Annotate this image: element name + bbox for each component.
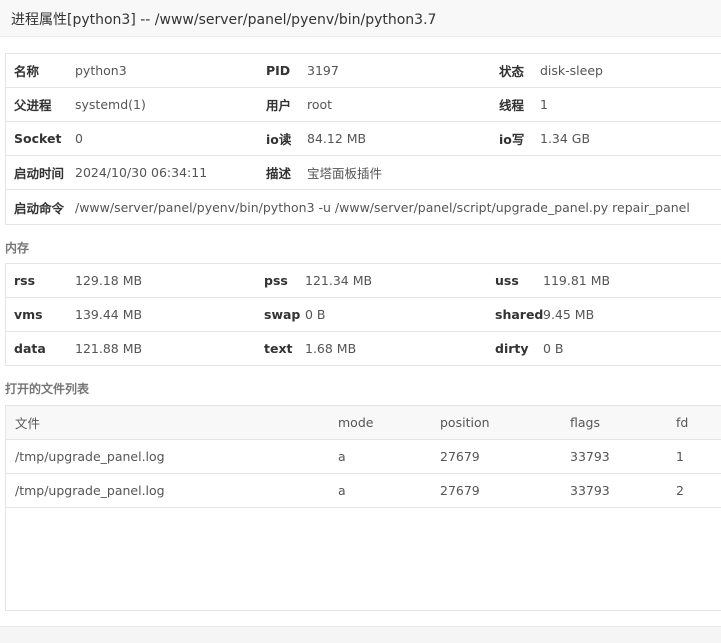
memory-table-border (5, 263, 720, 366)
cell-flags: 33793 (570, 439, 676, 474)
process-table-border (5, 53, 720, 225)
cell-mode: a (338, 439, 440, 474)
dialog-title: 进程属性[python3] -- /www/server/panel/pyenv… (11, 12, 437, 28)
cell-flags: 33793 (570, 473, 676, 508)
cell-fd: 1 (676, 439, 721, 474)
cell-mode: a (338, 473, 440, 508)
column-header-mode[interactable]: mode (338, 406, 440, 440)
dialog-title-bar: 进程属性[python3] -- /www/server/panel/pyenv… (0, 0, 721, 37)
column-header-file[interactable]: 文件 (6, 406, 338, 440)
dialog-footer (0, 626, 721, 643)
table-row[interactable]: /tmp/upgrade_panel.log a 27679 33793 2 (6, 473, 721, 508)
memory-section-title: 内存 (5, 241, 30, 255)
files-section-title: 打开的文件列表 (5, 382, 90, 396)
column-header-fd[interactable]: fd (676, 406, 721, 440)
open-files-panel: 文件 mode position flags fd /tmp/upgrade_p… (5, 405, 721, 611)
cell-position: 27679 (440, 473, 570, 508)
column-header-flags[interactable]: flags (570, 406, 676, 440)
table-row[interactable]: /tmp/upgrade_panel.log a 27679 33793 1 (6, 439, 721, 474)
column-header-position[interactable]: position (440, 406, 570, 440)
cell-file: /tmp/upgrade_panel.log (6, 473, 338, 508)
cell-position: 27679 (440, 439, 570, 474)
open-files-table: 文件 mode position flags fd /tmp/upgrade_p… (6, 406, 721, 508)
cell-fd: 2 (676, 473, 721, 508)
files-header-row: 文件 mode position flags fd (6, 406, 721, 440)
cell-file: /tmp/upgrade_panel.log (6, 439, 338, 474)
